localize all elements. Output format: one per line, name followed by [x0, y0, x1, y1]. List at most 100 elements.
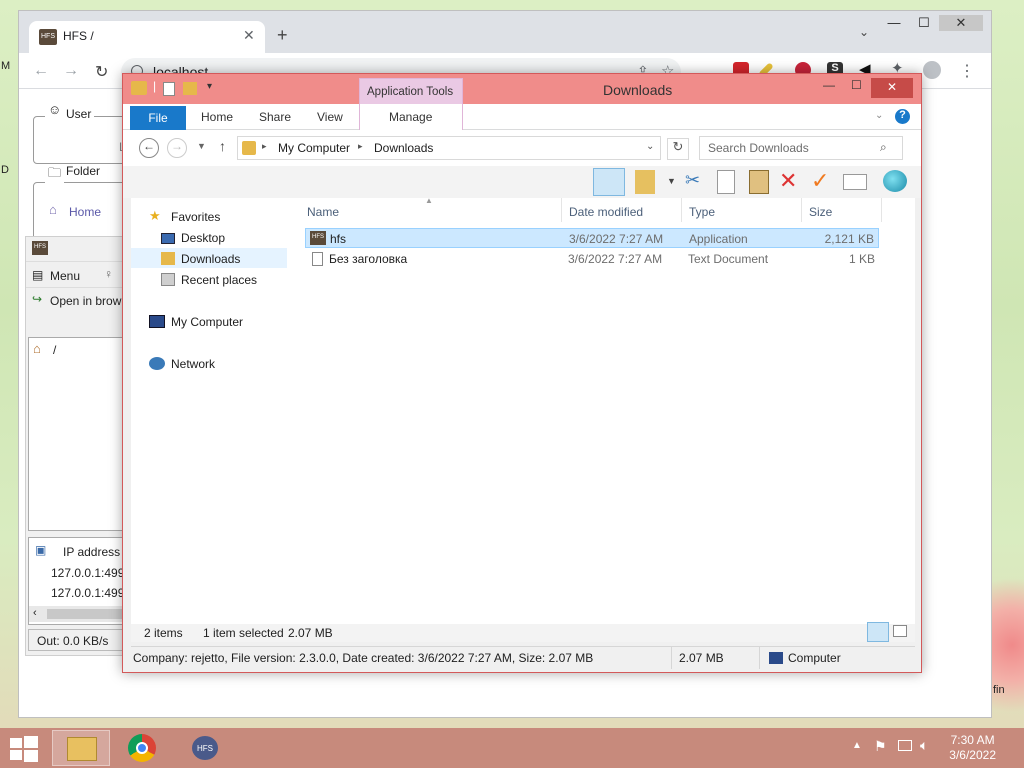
details-view-icon[interactable] [867, 622, 889, 642]
address-bar[interactable]: ▸ My Computer ▸ Downloads ⌄ [237, 136, 661, 160]
tab-share[interactable]: Share [259, 110, 291, 124]
maximize-button[interactable]: ☐ [909, 15, 939, 31]
minimize-button[interactable]: — [879, 15, 909, 30]
search-placeholder[interactable]: Search Downloads [708, 141, 809, 155]
desktop-icon-label: fin [993, 684, 1005, 696]
tab-view[interactable]: View [317, 110, 343, 124]
copy-icon[interactable] [717, 170, 735, 194]
tab-manage[interactable]: Manage [389, 110, 432, 124]
breadcrumb-downloads[interactable]: Downloads [374, 141, 433, 155]
minimize-button[interactable]: — [823, 78, 835, 92]
file-row[interactable]: Без заголовка 3/6/2022 7:27 AM Text Docu… [305, 249, 879, 269]
file-size: 1 KB [848, 252, 875, 266]
file-details-text: Company: rejetto, File version: 2.3.0.0,… [133, 651, 594, 665]
open-in-browser-button[interactable]: Open in brow [50, 294, 121, 308]
shell-options-icon[interactable] [883, 170, 907, 192]
nav-my-computer[interactable]: My Computer [171, 315, 243, 329]
explorer-window: | ▾ Application Tools Downloads — ☐ ✕ Fi… [122, 73, 922, 673]
user-icon: ☺ [45, 102, 65, 117]
close-tab-icon[interactable]: ✕ [243, 27, 255, 44]
properties-icon[interactable] [163, 82, 175, 96]
cut-icon[interactable]: ✂ [685, 170, 700, 191]
file-explorer-taskbar-button[interactable] [52, 730, 110, 766]
command-toolbar: ▼ ✂ ✕ ✓ [123, 166, 921, 198]
port-icon[interactable]: ♀ [104, 267, 113, 281]
recent-locations-icon[interactable]: ▼ [197, 141, 206, 151]
desktop-icon-label: D [1, 164, 9, 176]
column-size[interactable]: Size [809, 205, 832, 219]
preview-pane-icon[interactable] [593, 168, 625, 196]
nav-network[interactable]: Network [171, 357, 215, 371]
file-size: 2,121 KB [824, 232, 874, 246]
reload-icon[interactable]: ↻ [95, 62, 108, 82]
customize-quick-access-icon[interactable]: ▾ [207, 81, 212, 92]
column-date-modified[interactable]: Date modified [569, 205, 643, 219]
more-menu-icon[interactable]: ⋮ [959, 61, 975, 81]
file-properties-icon[interactable] [635, 170, 655, 194]
close-button[interactable]: ✕ [871, 78, 913, 98]
folder-icon[interactable] [131, 81, 147, 95]
file-row[interactable]: HFS hfs 3/6/2022 7:27 AM Application 2,1… [305, 228, 879, 248]
maximize-button[interactable]: ☐ [851, 78, 862, 92]
ip-address-header[interactable]: IP address [63, 545, 120, 559]
breadcrumb-my-computer[interactable]: My Computer [278, 141, 350, 155]
forward-arrow-icon[interactable]: → [63, 62, 79, 80]
select-all-icon[interactable] [843, 174, 867, 190]
nav-recent-places[interactable]: Recent places [181, 273, 257, 287]
hfs-icon: HFS [192, 736, 218, 760]
nav-downloads[interactable]: Downloads [181, 252, 240, 266]
profile-avatar-icon[interactable] [923, 61, 941, 79]
refresh-icon[interactable]: ↻ [667, 138, 689, 160]
new-tab-icon[interactable]: + [277, 25, 288, 46]
tab-file[interactable]: File [130, 106, 186, 130]
start-windows-icon[interactable] [10, 736, 38, 762]
desktop-icon-label: M [1, 60, 11, 72]
home-link[interactable]: Home [69, 205, 101, 219]
chrome-taskbar-button[interactable] [114, 730, 172, 766]
breadcrumb-chevron-icon[interactable]: ▸ [358, 141, 363, 152]
dropdown-icon[interactable]: ▼ [667, 176, 676, 186]
search-box[interactable]: Search Downloads ⌕ [699, 136, 903, 160]
root-path[interactable]: / [53, 343, 56, 357]
column-type[interactable]: Type [689, 205, 715, 219]
browser-tab[interactable]: HFS HFS / ✕ [29, 21, 265, 53]
column-name[interactable]: Name [307, 205, 339, 219]
search-icon[interactable]: ⌕ [880, 140, 887, 155]
action-center-flag-icon[interactable]: ⚑ [874, 738, 887, 755]
paste-icon[interactable] [749, 170, 769, 194]
expand-ribbon-icon[interactable]: ⌄ [875, 110, 883, 121]
close-button[interactable]: ✕ [939, 15, 983, 31]
new-folder-icon[interactable] [183, 82, 197, 95]
column-divider[interactable] [681, 198, 682, 222]
tab-search-chevron-icon[interactable]: ⌄ [859, 25, 869, 39]
network-tray-icon[interactable] [898, 740, 912, 751]
nav-favorites[interactable]: Favorites [171, 210, 220, 224]
column-divider[interactable] [801, 198, 802, 222]
connection-row[interactable]: 127.0.0.1:4996 [51, 586, 131, 600]
explorer-title-bar[interactable]: | ▾ Application Tools Downloads — ☐ ✕ [123, 74, 921, 105]
forward-arrow-icon[interactable]: → [167, 138, 187, 158]
address-dropdown-icon[interactable]: ⌄ [646, 141, 654, 152]
up-arrow-icon[interactable]: ↑ [219, 138, 226, 154]
breadcrumb-chevron-icon[interactable]: ▸ [262, 141, 267, 152]
large-icons-view-icon[interactable] [893, 625, 907, 637]
back-arrow-icon[interactable]: ← [139, 138, 159, 158]
connection-row[interactable]: 127.0.0.1:4996 [51, 566, 131, 580]
nav-desktop[interactable]: Desktop [181, 231, 225, 245]
column-divider[interactable] [881, 198, 882, 222]
delete-icon[interactable]: ✕ [779, 168, 797, 194]
ribbon-tabs: File Home Share View Manage ⌄ ? [123, 104, 921, 130]
scroll-left-icon[interactable]: ‹ [33, 607, 37, 619]
column-divider[interactable] [561, 198, 562, 222]
details-divider [759, 647, 760, 669]
hfs-taskbar-button[interactable]: HFS [176, 730, 234, 766]
show-hidden-icons-icon[interactable]: ▲ [852, 740, 862, 751]
tab-home[interactable]: Home [201, 110, 233, 124]
volume-muted-icon[interactable]: 🔈︎ [920, 737, 928, 754]
menu-button[interactable]: Menu [50, 269, 80, 283]
help-icon[interactable]: ? [895, 109, 910, 124]
back-arrow-icon[interactable]: ← [33, 62, 49, 80]
rename-check-icon[interactable]: ✓ [811, 168, 829, 194]
taskbar-clock[interactable]: 7:30 AM 3/6/2022 [949, 733, 996, 763]
status-bar: 2 items 1 item selected 2.07 MB [131, 622, 915, 642]
